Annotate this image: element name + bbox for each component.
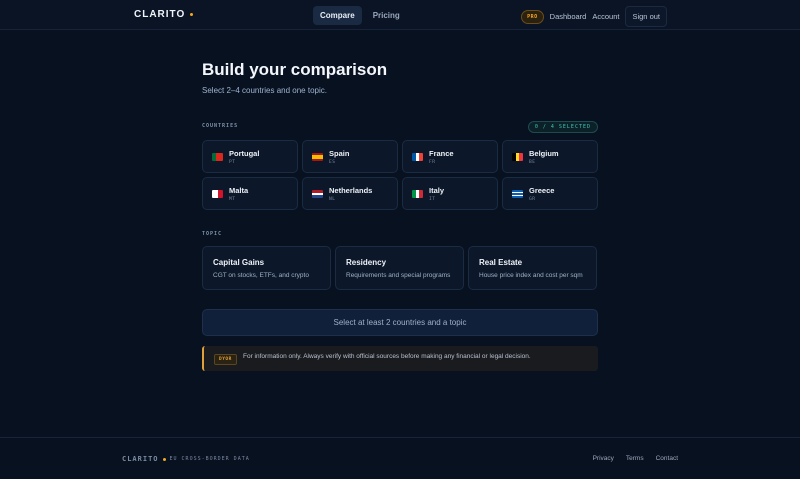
belgium-flag-icon <box>512 153 523 161</box>
italy-flag-icon <box>412 190 423 198</box>
logo[interactable]: CLARITO <box>134 9 194 20</box>
sign-out-button[interactable]: Sign out <box>625 6 667 27</box>
portugal-flag-icon <box>212 153 223 161</box>
footer-tagline: EU CROSS-BORDER DATA <box>169 456 250 462</box>
footer: CLARITO EU CROSS-BORDER DATA Privacy Ter… <box>0 437 800 479</box>
topic-title: Capital Gains <box>213 258 265 267</box>
topic-label: TOPIC <box>202 231 223 237</box>
country-name: Spain <box>329 149 350 158</box>
country-card-malta[interactable]: Malta MT <box>202 177 298 210</box>
country-name: Malta <box>229 186 249 195</box>
country-code: ES <box>329 160 336 165</box>
topic-description: Requirements and special programs <box>346 272 451 279</box>
country-name: Italy <box>429 186 445 195</box>
spain-flag-icon <box>312 153 323 161</box>
country-code: GR <box>529 197 536 202</box>
country-name: Belgium <box>529 149 559 158</box>
account-link[interactable]: Account <box>592 12 619 21</box>
footer-logo: CLARITO <box>122 455 159 463</box>
country-code: FR <box>429 160 436 165</box>
country-name: France <box>429 149 454 158</box>
main-nav: Compare Pricing <box>313 6 407 25</box>
topic-card-residency[interactable]: Residency Requirements and special progr… <box>335 246 464 290</box>
topic-title: Real Estate <box>479 258 523 267</box>
dashboard-link[interactable]: Dashboard <box>550 12 587 21</box>
logo-dot-icon <box>190 13 194 16</box>
country-name: Netherlands <box>329 186 373 195</box>
header-actions: PRO Dashboard Account Sign out <box>521 6 667 27</box>
topic-title: Residency <box>346 258 387 267</box>
topic-description: CGT on stocks, ETFs, and crypto <box>213 272 309 279</box>
country-card-italy[interactable]: Italy IT <box>402 177 498 210</box>
pro-badge: PRO <box>521 9 544 24</box>
topic-card-real-estate[interactable]: Real Estate House price index and cost p… <box>468 246 597 290</box>
malta-flag-icon <box>212 190 223 198</box>
greece-flag-icon <box>512 190 523 198</box>
country-name: Greece <box>529 186 555 195</box>
nav-pricing[interactable]: Pricing <box>366 6 407 25</box>
country-card-belgium[interactable]: Belgium BE <box>502 140 598 173</box>
topic-grid: Capital Gains CGT on stocks, ETFs, and c… <box>202 246 598 290</box>
country-card-portugal[interactable]: Portugal PT <box>202 140 298 173</box>
country-card-spain[interactable]: Spain ES <box>302 140 398 173</box>
disclaimer-notice: DYOR For information only. Always verify… <box>202 346 598 371</box>
compare-submit-button[interactable]: Select at least 2 countries and a topic <box>202 309 598 336</box>
country-code: MT <box>229 197 236 202</box>
contact-link[interactable]: Contact <box>656 455 678 462</box>
country-name: Portugal <box>229 149 260 158</box>
privacy-link[interactable]: Privacy <box>593 455 614 462</box>
footer-brand: CLARITO EU CROSS-BORDER DATA <box>122 455 250 463</box>
nav-compare[interactable]: Compare <box>313 6 362 25</box>
france-flag-icon <box>412 153 423 161</box>
country-grid: Portugal PT Spain ES France FR Belgium B… <box>202 140 598 210</box>
selected-count-badge: 0 / 4 SELECTED <box>527 121 598 133</box>
terms-link[interactable]: Terms <box>626 455 644 462</box>
country-code: PT <box>229 160 236 165</box>
countries-label: COUNTRIES <box>202 123 239 129</box>
topic-description: House price index and cost per sqm <box>479 272 583 279</box>
page-subtitle: Select 2–4 countries and one topic. <box>202 86 327 95</box>
footer-links: Privacy Terms Contact <box>593 455 678 462</box>
country-card-netherlands[interactable]: Netherlands NL <box>302 177 398 210</box>
page-title: Build your comparison <box>202 60 388 79</box>
dyor-tag: DYOR <box>214 354 237 365</box>
country-code: IT <box>429 197 436 202</box>
topic-card-capital-gains[interactable]: Capital Gains CGT on stocks, ETFs, and c… <box>202 246 331 290</box>
netherlands-flag-icon <box>312 190 323 198</box>
country-card-france[interactable]: France FR <box>402 140 498 173</box>
footer-dot-icon <box>162 457 166 461</box>
disclaimer-text: For information only. Always verify with… <box>243 353 531 360</box>
country-code: BE <box>529 160 536 165</box>
logo-text[interactable]: CLARITO <box>134 9 185 20</box>
country-card-greece[interactable]: Greece GR <box>502 177 598 210</box>
country-code: NL <box>329 197 336 202</box>
top-header: CLARITO Compare Pricing PRO Dashboard Ac… <box>0 0 800 30</box>
